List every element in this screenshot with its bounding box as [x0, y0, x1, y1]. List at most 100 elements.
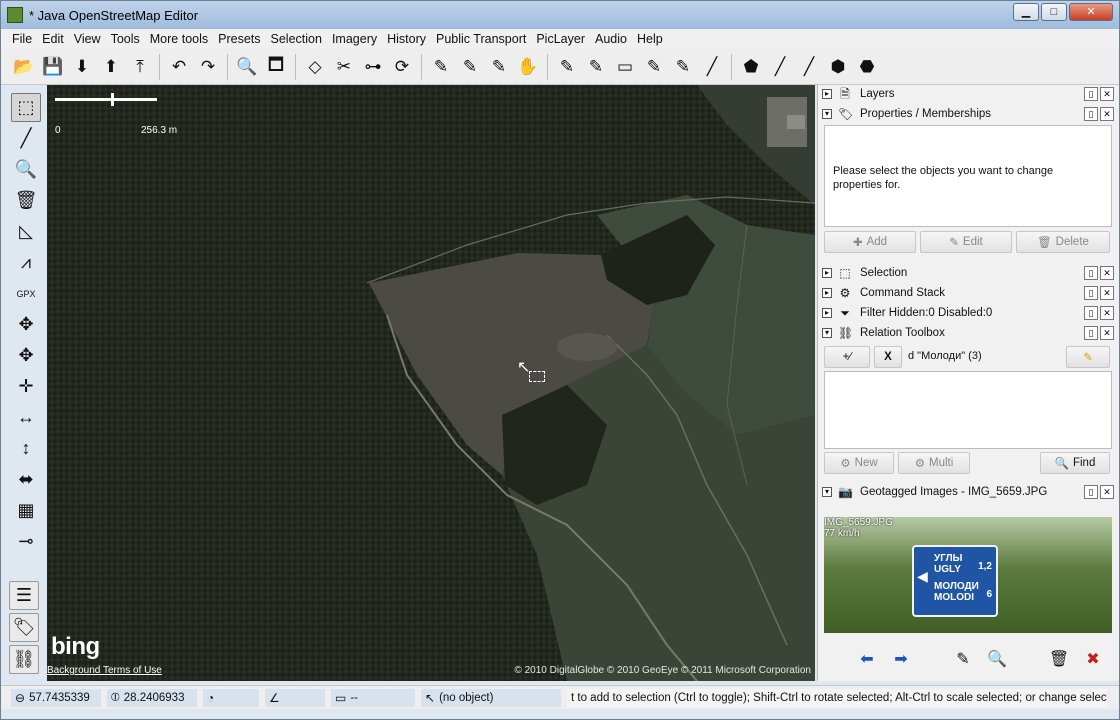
- route-c-icon[interactable]: ╱: [796, 54, 822, 80]
- selection-panel-header[interactable]: ▸ ⬚ Selection ▯ ✕: [822, 264, 1116, 282]
- menu-more-tools[interactable]: More tools: [145, 32, 213, 46]
- upload-icon[interactable]: ⤒: [127, 54, 153, 80]
- remove-from-relation-button[interactable]: X: [874, 346, 902, 368]
- improve-way-tool-icon[interactable]: ◺: [11, 217, 41, 246]
- close-panel-icon[interactable]: ✕: [1100, 266, 1114, 280]
- tool-h-icon[interactable]: ✎: [670, 54, 696, 80]
- rotate-tool-icon[interactable]: ⬌: [11, 465, 41, 494]
- tool-f-icon[interactable]: ▭: [612, 54, 638, 80]
- gpx-tool-icon[interactable]: GPX: [11, 279, 41, 308]
- detach-icon[interactable]: ▯: [1084, 306, 1098, 320]
- expand-toggle-icon[interactable]: ▸: [822, 308, 832, 318]
- close-button[interactable]: ✕: [1069, 3, 1113, 21]
- geotagged-photo[interactable]: IMG_5659.JPG 77 km/h ◀ УГЛЫ UGLY МОЛОДИ …: [824, 517, 1112, 633]
- close-panel-icon[interactable]: ✕: [1100, 107, 1114, 121]
- collapse-toggle-icon[interactable]: ▾: [822, 109, 832, 119]
- draw-tool-b-icon[interactable]: ✎: [457, 54, 483, 80]
- draw-node-tool-icon[interactable]: ╱: [11, 124, 41, 153]
- zoom-tool-icon[interactable]: 🔍: [11, 155, 41, 184]
- pointer-tool-icon[interactable]: ⊸: [11, 527, 41, 556]
- menu-edit[interactable]: Edit: [37, 32, 69, 46]
- expand-toggle-icon[interactable]: ▸: [822, 288, 832, 298]
- zoom-image-icon[interactable]: 🔍: [984, 647, 1010, 671]
- merge-nodes-icon[interactable]: ⊶: [360, 54, 386, 80]
- maximize-button[interactable]: □: [1041, 3, 1067, 21]
- split-way-icon[interactable]: ✂: [331, 54, 357, 80]
- collapse-toggle-icon[interactable]: ▾: [822, 328, 832, 338]
- find-relation-button[interactable]: 🔍 Find: [1040, 452, 1110, 474]
- background-terms-link[interactable]: Background Terms of Use: [47, 665, 162, 676]
- layers-panel-header[interactable]: ▸ 🗎 Layers ▯ ✕: [822, 85, 1116, 103]
- draw-tool-a-icon[interactable]: ✎: [428, 54, 454, 80]
- layers-toggle-icon[interactable]: ☰: [9, 581, 39, 610]
- minimize-button[interactable]: ▁: [1013, 3, 1039, 21]
- tool-i-icon[interactable]: ╱: [699, 54, 725, 80]
- download-icon[interactable]: ⬇: [69, 54, 95, 80]
- expand-toggle-icon[interactable]: ▸: [822, 268, 832, 278]
- next-image-icon[interactable]: ➡: [888, 647, 914, 671]
- collapse-toggle-icon[interactable]: ▾: [822, 487, 832, 497]
- edit-relation-button[interactable]: ✎: [1066, 346, 1110, 368]
- geotagged-panel-header[interactable]: ▾ 📷 Geotagged Images - IMG_5659.JPG ▯ ✕: [822, 483, 1116, 501]
- close-panel-icon[interactable]: ✕: [1100, 485, 1114, 499]
- detach-icon[interactable]: ▯: [1084, 286, 1098, 300]
- menu-presets[interactable]: Presets: [213, 32, 265, 46]
- menu-history[interactable]: History: [382, 32, 431, 46]
- menu-selection[interactable]: Selection: [266, 32, 327, 46]
- route-b-icon[interactable]: ╱: [767, 54, 793, 80]
- route-a-icon[interactable]: ⬟: [738, 54, 764, 80]
- validator-icon[interactable]: 🗖: [263, 54, 289, 80]
- menu-imagery[interactable]: Imagery: [327, 32, 382, 46]
- map-br-icon[interactable]: ⬢: [825, 54, 851, 80]
- map-view[interactable]: 0 256.3 m ↖ bing Background Terms of Use…: [47, 85, 815, 681]
- refresh-icon[interactable]: ⟳: [389, 54, 415, 80]
- delete-tag-button[interactable]: 🗑 Delete: [1016, 231, 1110, 253]
- close-panel-icon[interactable]: ✕: [1100, 326, 1114, 340]
- tool-d-icon[interactable]: ✎: [554, 54, 580, 80]
- relations-toggle-icon[interactable]: ⛓: [9, 645, 39, 674]
- move-tool-icon[interactable]: ✥: [11, 310, 41, 339]
- undo-icon[interactable]: ↶: [166, 54, 192, 80]
- hatch-tool-icon[interactable]: ▦: [11, 496, 41, 525]
- close-panel-icon[interactable]: ✕: [1100, 306, 1114, 320]
- map-us-icon[interactable]: ⬣: [854, 54, 880, 80]
- add-tag-button[interactable]: ✚ Add: [824, 231, 916, 253]
- detach-icon[interactable]: ▯: [1084, 87, 1098, 101]
- add-to-relation-button[interactable]: +∕: [824, 346, 870, 368]
- previous-image-icon[interactable]: ⬅: [854, 647, 880, 671]
- menu-file[interactable]: File: [7, 32, 37, 46]
- hand-icon[interactable]: ✋: [515, 54, 541, 80]
- new-relation-button[interactable]: ⚙ New: [824, 452, 894, 474]
- relation-toolbox-panel-header[interactable]: ▾ ⛓ Relation Toolbox ▯ ✕: [822, 324, 1116, 342]
- menu-audio[interactable]: Audio: [590, 32, 632, 46]
- detach-icon[interactable]: ▯: [1084, 107, 1098, 121]
- edit-tag-button[interactable]: ✎ Edit: [920, 231, 1012, 253]
- parallel-way-tool-icon[interactable]: ⩘: [11, 248, 41, 277]
- tool-e-icon[interactable]: ✎: [583, 54, 609, 80]
- command-stack-panel-header[interactable]: ▸ ⚙ Command Stack ▯ ✕: [822, 284, 1116, 302]
- close-panel-icon[interactable]: ✕: [1100, 87, 1114, 101]
- detach-icon[interactable]: ▯: [1084, 326, 1098, 340]
- menu-help[interactable]: Help: [632, 32, 668, 46]
- tool-g-icon[interactable]: ✎: [641, 54, 667, 80]
- close-panel-icon[interactable]: ✕: [1100, 286, 1114, 300]
- delete-image-icon[interactable]: 🗑: [1046, 647, 1072, 671]
- preferences-icon[interactable]: 🔍: [234, 54, 260, 80]
- draw-tool-c-icon[interactable]: ✎: [486, 54, 512, 80]
- update-data-icon[interactable]: ⬆: [98, 54, 124, 80]
- menu-tools[interactable]: Tools: [106, 32, 145, 46]
- center-view-icon[interactable]: ✎: [950, 647, 976, 671]
- remove-image-icon[interactable]: ✖: [1080, 647, 1106, 671]
- open-file-icon[interactable]: 📂: [11, 54, 37, 80]
- move-node-tool-icon[interactable]: ✥: [11, 341, 41, 370]
- multi-button[interactable]: ⚙ Multi: [898, 452, 970, 474]
- tags-toggle-icon[interactable]: 🏷: [9, 613, 39, 642]
- relation-members-list[interactable]: [824, 371, 1112, 449]
- scale-slider-knob[interactable]: [111, 93, 114, 106]
- move-vertical-icon[interactable]: ↕: [11, 434, 41, 463]
- menu-view[interactable]: View: [69, 32, 106, 46]
- expand-toggle-icon[interactable]: ▸: [822, 89, 832, 99]
- delete-tool-icon[interactable]: 🗑: [11, 186, 41, 215]
- detach-icon[interactable]: ▯: [1084, 485, 1098, 499]
- detach-icon[interactable]: ▯: [1084, 266, 1098, 280]
